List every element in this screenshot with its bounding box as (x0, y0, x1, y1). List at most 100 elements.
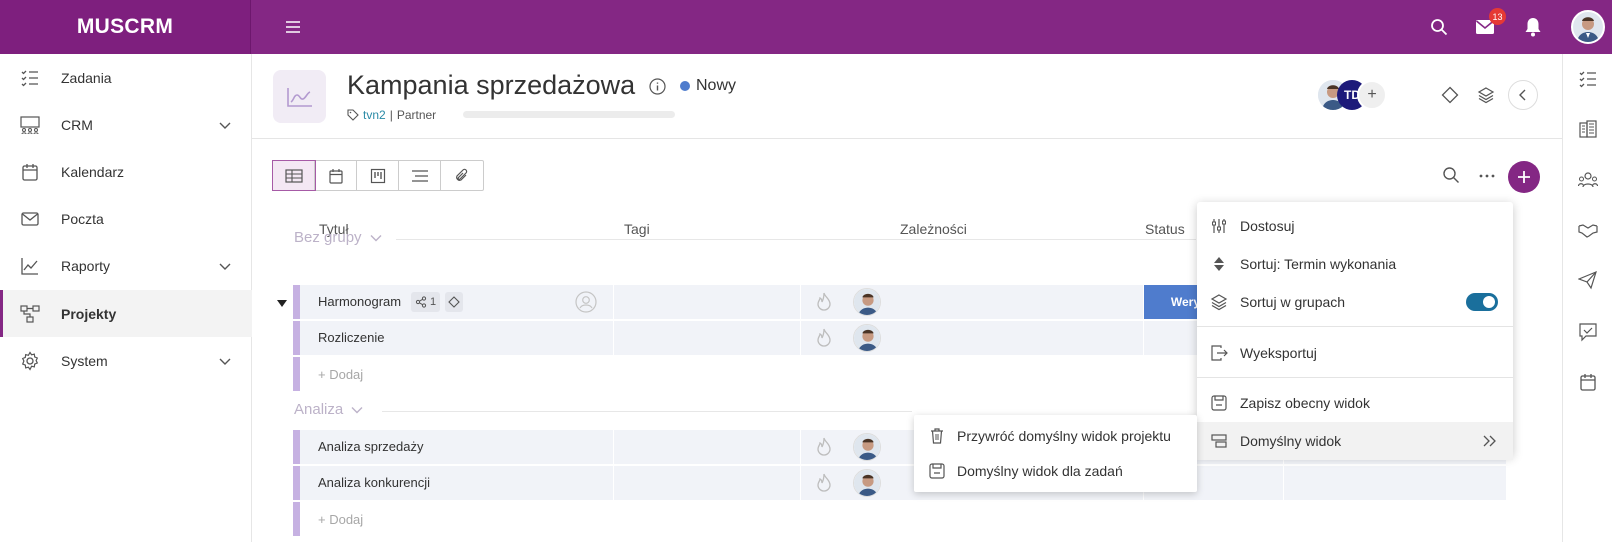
chevron-down-icon (370, 234, 382, 241)
column-header-status[interactable]: Status (1145, 221, 1185, 237)
assignee-placeholder-icon[interactable] (575, 291, 597, 313)
column-header-dependencies[interactable]: Zależności (900, 221, 967, 237)
save-view-icon (929, 463, 945, 479)
search-icon[interactable] (1442, 166, 1460, 184)
subtask-count: 1 (430, 296, 437, 308)
menu-divider (1197, 326, 1513, 327)
expand-row-icon[interactable] (277, 300, 287, 307)
kanban-view-button[interactable] (357, 161, 399, 190)
sidebar-item-raporty[interactable]: Raporty (0, 242, 252, 289)
row-color-bar (293, 321, 300, 355)
row-title[interactable]: Analiza sprzedaży (318, 439, 424, 454)
menu-item-sort-in-groups[interactable]: Sortuj w grupach (1197, 283, 1513, 321)
priority-flame-icon[interactable] (814, 473, 834, 493)
trash-icon (931, 428, 943, 444)
chevron-down-icon (219, 358, 231, 365)
sidebar-item-crm[interactable]: CRM (0, 101, 252, 148)
attachments-view-button[interactable] (441, 161, 483, 190)
hamburger-menu-icon[interactable] (280, 14, 306, 40)
group-header[interactable]: Analiza (294, 401, 363, 418)
cell-divider (613, 321, 614, 355)
submenu-item-default-for-tasks[interactable]: Domyślny widok dla zadań (914, 453, 1197, 489)
priority-flame-icon[interactable] (814, 437, 834, 457)
table-view-button[interactable] (272, 160, 316, 191)
add-task-row[interactable]: + Dodaj (293, 502, 913, 536)
sidebar-item-projekty[interactable]: Projekty (0, 290, 252, 337)
sort-in-groups-toggle[interactable] (1466, 293, 1498, 311)
share-icon (415, 296, 427, 308)
status-dot (680, 81, 690, 91)
save-view-icon (1211, 395, 1227, 411)
add-task-button[interactable] (1508, 161, 1540, 193)
companies-icon[interactable] (1578, 119, 1598, 139)
assignee-avatar[interactable] (853, 324, 881, 352)
layers-icon[interactable] (1477, 86, 1495, 104)
bell-icon[interactable] (1520, 14, 1546, 40)
brand-logo[interactable]: MUSCRM (0, 0, 251, 54)
sidebar-item-label: Projekty (61, 305, 117, 322)
project-category: Partner (396, 108, 437, 122)
gear-icon (21, 351, 39, 371)
cell-divider (613, 430, 614, 464)
row-title[interactable]: Analiza konkurencji (318, 475, 430, 490)
handshake-icon[interactable] (1578, 220, 1598, 240)
layers-icon (1210, 294, 1228, 311)
more-options-icon[interactable] (1479, 174, 1495, 178)
calendar-icon (22, 164, 38, 181)
add-task-row[interactable]: + Dodaj (293, 357, 913, 391)
table-row[interactable]: Analiza konkurencji (293, 466, 1506, 500)
status-cell[interactable]: Wery (1144, 285, 1204, 319)
cell-divider (800, 466, 801, 500)
user-avatar[interactable] (1571, 10, 1605, 44)
project-tag[interactable]: tvn2 (363, 108, 386, 122)
add-member-button[interactable]: + (1357, 80, 1387, 110)
collapse-panel-button[interactable] (1508, 80, 1538, 110)
priority-flame-icon[interactable] (814, 328, 834, 348)
menu-item-save-view[interactable]: Zapisz obecny widok (1197, 384, 1513, 422)
subtask-count-badge[interactable]: 1 (411, 292, 441, 312)
assignee-avatar[interactable] (853, 288, 881, 316)
assignee-avatar[interactable] (853, 469, 881, 497)
calendar-view-button[interactable] (315, 161, 357, 190)
sidebar-item-kalendarz[interactable]: Kalendarz (0, 148, 252, 195)
info-icon[interactable] (649, 78, 666, 95)
sidebar-item-system[interactable]: System (0, 337, 252, 384)
row-color-bar (293, 357, 300, 391)
tasks-icon[interactable] (1578, 69, 1598, 89)
menu-item-export[interactable]: Wyeksportuj (1197, 334, 1513, 372)
row-color-bar (293, 285, 300, 319)
assignee-avatar[interactable] (853, 433, 881, 461)
diamond-icon (448, 296, 460, 308)
send-icon[interactable] (1578, 270, 1598, 290)
submenu-item-restore-default[interactable]: Przywróć domyślny widok projektu (914, 418, 1197, 454)
group-header[interactable]: Bez grupy (294, 229, 382, 246)
milestone-badge[interactable] (445, 292, 463, 312)
row-title[interactable]: Rozliczenie (318, 330, 384, 345)
sidebar-item-poczta[interactable]: Poczta (0, 195, 252, 242)
calendar-icon[interactable] (1578, 372, 1598, 392)
add-task-link[interactable]: + Dodaj (318, 367, 363, 382)
right-rail (1562, 54, 1612, 542)
contacts-icon[interactable] (1578, 170, 1598, 190)
sidebar-item-label: CRM (61, 116, 93, 133)
menu-item-label: Sortuj: Termin wykonania (1240, 256, 1397, 272)
sidebar-item-zadania[interactable]: Zadania (0, 54, 252, 101)
add-task-link[interactable]: + Dodaj (318, 512, 363, 527)
list-view-button[interactable] (399, 161, 441, 190)
crm-icon (20, 116, 40, 135)
menu-item-default-view[interactable]: Domyślny widok (1197, 422, 1513, 460)
row-title[interactable]: Harmonogram (318, 294, 401, 309)
menu-item-sort[interactable]: Sortuj: Termin wykonania (1197, 245, 1513, 283)
status-label[interactable]: Nowy (696, 77, 736, 95)
group-divider (382, 411, 912, 412)
column-header-tags[interactable]: Tagi (624, 221, 650, 237)
search-icon[interactable] (1426, 14, 1452, 40)
menu-item-customize[interactable]: Dostosuj (1197, 207, 1513, 245)
priority-flame-icon[interactable] (814, 292, 834, 312)
chat-check-icon[interactable] (1578, 322, 1598, 342)
sidebar-item-label: Poczta (61, 210, 104, 227)
diamond-icon[interactable] (1441, 86, 1459, 104)
tag-divider: | (389, 108, 393, 122)
row-color-bar (293, 502, 300, 536)
header-divider (252, 138, 1562, 139)
